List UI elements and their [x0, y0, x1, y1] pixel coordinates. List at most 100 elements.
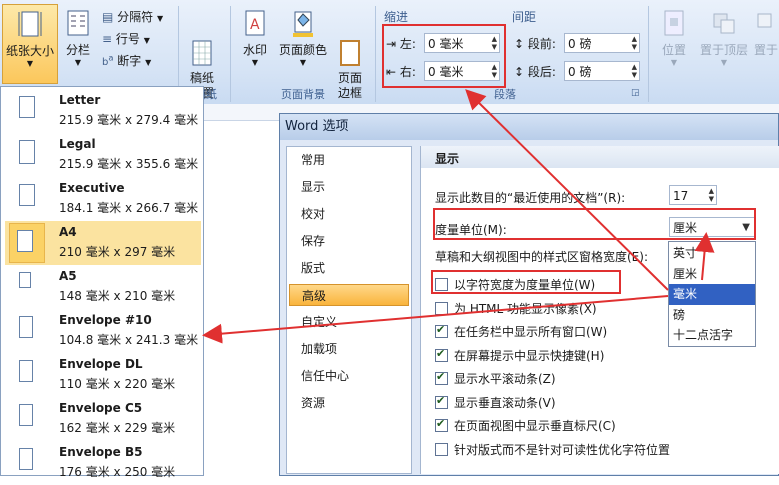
paper-size-item[interactable]: Envelope DL 110 毫米 x 220 毫米 [5, 353, 201, 397]
columns-icon [65, 8, 91, 38]
spinner-arrows-icon[interactable]: ▲ ▼ [632, 63, 637, 79]
paper-size-label: 纸张大小 [5, 44, 54, 58]
checkbox[interactable] [435, 394, 448, 409]
option-label: 显示垂直滚动条(V) [454, 395, 556, 410]
breaks-icon: ▤ [102, 10, 114, 24]
nav-item[interactable]: 高级 [289, 284, 409, 306]
paper-name: Envelope B5 [59, 445, 143, 459]
hyphenation-button[interactable]: ba 断字 ▼ [102, 52, 151, 69]
section-title: 显示 [435, 152, 460, 166]
spacing-before-spinner[interactable]: 0 磅 ▲ ▼ [564, 33, 640, 53]
dialog-launcher-icon[interactable]: ◲ [631, 88, 640, 98]
spinner-arrows-icon[interactable]: ▲ ▼ [632, 35, 637, 51]
checkbox[interactable] [435, 442, 448, 456]
recent-docs-spinner[interactable]: 17 ▲ ▼ [669, 185, 717, 205]
nav-item[interactable]: 自定义 [289, 311, 409, 333]
paper-name: Legal [59, 137, 96, 151]
spacing-before-value: 0 磅 [568, 37, 592, 51]
option-row[interactable]: 在任务栏中显示所有窗口(W) [435, 323, 607, 340]
page-icon [17, 230, 33, 252]
checkbox[interactable] [435, 323, 448, 338]
dialog-title: Word 选项 [280, 114, 778, 140]
nav-item[interactable]: 版式 [289, 257, 409, 279]
option-row[interactable]: 显示水平滚动条(Z) [435, 370, 556, 387]
spacing-after-label-wrap: ↕ 段后: [514, 63, 556, 80]
option-row[interactable]: 针对版式而不是针对可读性优化字符位置 [435, 441, 670, 458]
paper-size-item[interactable]: Envelope B5 176 毫米 x 250 毫米 [5, 441, 201, 485]
checkbox[interactable] [435, 370, 448, 385]
paragraph-group-label: 段落 [494, 88, 516, 101]
paper-size-item[interactable]: Envelope #10 104.8 毫米 x 241.3 毫米 [5, 309, 201, 353]
option-row[interactable]: 在屏幕提示中显示快捷键(H) [435, 347, 604, 364]
paper-size-item[interactable]: Envelope C5 162 毫米 x 229 毫米 [5, 397, 201, 441]
paper-size-item[interactable]: A5 148 毫米 x 210 毫米 [5, 265, 201, 309]
send-back-button[interactable]: 置于 [752, 8, 779, 58]
units-dropdown-list: 英寸 厘米 毫米磅十二点活字 [668, 241, 756, 347]
paper-size-item[interactable]: Legal 215.9 毫米 x 355.6 毫米 [5, 133, 201, 177]
checkbox[interactable] [435, 347, 448, 362]
line-numbers-button[interactable]: ≡ 行号 ▼ [102, 30, 150, 47]
option-label: 显示水平滚动条(Z) [454, 372, 556, 386]
nav-item[interactable]: 显示 [289, 176, 409, 198]
option-label: 在页面视图中显示垂直标尺(C) [454, 419, 616, 433]
nav-item[interactable]: 常用 [289, 149, 409, 171]
paper-dimensions: 215.9 毫米 x 279.4 毫米 [59, 113, 199, 127]
nav-item[interactable]: 加载项 [289, 338, 409, 360]
options-nav: 常用显示校对保存版式高级自定义加载项信任中心资源 [286, 146, 412, 474]
paper-dimensions: 148 毫米 x 210 毫米 [59, 289, 176, 303]
page-color-icon [290, 8, 316, 38]
paper-size-item[interactable]: A4 210 毫米 x 297 毫米 [5, 221, 201, 265]
nav-item[interactable]: 信任中心 [289, 365, 409, 387]
units-option[interactable]: 英寸 [669, 243, 755, 264]
paper-dimensions: 110 毫米 x 220 毫米 [59, 377, 176, 391]
units-option[interactable]: 厘米 [669, 264, 755, 285]
page-icon [19, 184, 35, 206]
spacing-before-label-wrap: ↕ 段前: [514, 35, 556, 52]
option-label: 在屏幕提示中显示快捷键(H) [454, 348, 605, 363]
columns-button[interactable]: 分栏 ▼ [60, 8, 96, 67]
breaks-button[interactable]: ▤ 分隔符 ▼ [102, 8, 163, 25]
page-color-button[interactable]: 页面颜色 ▼ [276, 8, 330, 67]
option-row[interactable]: 为 HTML 功能显示像素(X) [435, 300, 597, 317]
page-icon [19, 448, 33, 470]
annotation-box-indent [382, 24, 506, 88]
units-option[interactable]: 十二点活字 [669, 325, 755, 346]
spacing-before-label: 段前: [527, 37, 556, 51]
indent-header: 缩进 [384, 10, 409, 24]
page-border-icon [337, 23, 363, 66]
checkbox[interactable] [435, 301, 448, 315]
watermark-icon: A [242, 8, 268, 38]
paper-name: Letter [59, 93, 101, 107]
hyphenation-label: 断字 [117, 54, 142, 68]
option-row[interactable]: 在页面视图中显示垂直标尺(C) [435, 417, 616, 434]
spacing-after-icon: ↕ [514, 65, 525, 79]
nav-item[interactable]: 资源 [289, 392, 409, 414]
paper-size-button[interactable]: 纸张大小 ▼ [2, 4, 58, 84]
units-option[interactable]: 磅 [669, 305, 755, 326]
nav-item[interactable]: 校对 [289, 203, 409, 225]
paper-name: Envelope C5 [59, 401, 143, 415]
nav-item[interactable]: 保存 [289, 230, 409, 252]
bring-front-label: 置于顶层 [699, 43, 748, 57]
spacing-after-value: 0 磅 [568, 65, 592, 79]
watermark-button[interactable]: A 水印 ▼ [236, 8, 274, 67]
units-option[interactable]: 毫米 [669, 284, 755, 305]
option-row[interactable]: 显示垂直滚动条(V) [435, 394, 556, 411]
send-back-icon [753, 8, 779, 38]
option-label: 在任务栏中显示所有窗口(W) [454, 325, 608, 339]
recent-docs-label: 显示此数目的“最近使用的文档”(R): [435, 191, 626, 205]
bring-front-button[interactable]: 置于顶层 ▼ [696, 8, 752, 67]
watermark-label: 水印 [242, 43, 267, 57]
checkbox[interactable] [435, 417, 448, 432]
paper-size-item[interactable]: Letter 215.9 毫米 x 279.4 毫米 [5, 89, 201, 133]
paper-size-item[interactable]: Executive 184.1 毫米 x 266.7 毫米 [5, 177, 201, 221]
recent-docs-value: 17 [673, 189, 689, 203]
spacing-header: 间距 [512, 10, 537, 24]
position-button[interactable]: 位置 ▼ [654, 8, 694, 67]
page-icon [19, 360, 33, 382]
separator [230, 6, 231, 102]
spacing-after-spinner[interactable]: 0 磅 ▲ ▼ [564, 61, 640, 81]
spinner-arrows-icon[interactable]: ▲ ▼ [709, 187, 714, 203]
paper-dimensions: 215.9 毫米 x 355.6 毫米 [59, 157, 199, 171]
line-numbers-label: 行号 [115, 32, 140, 46]
